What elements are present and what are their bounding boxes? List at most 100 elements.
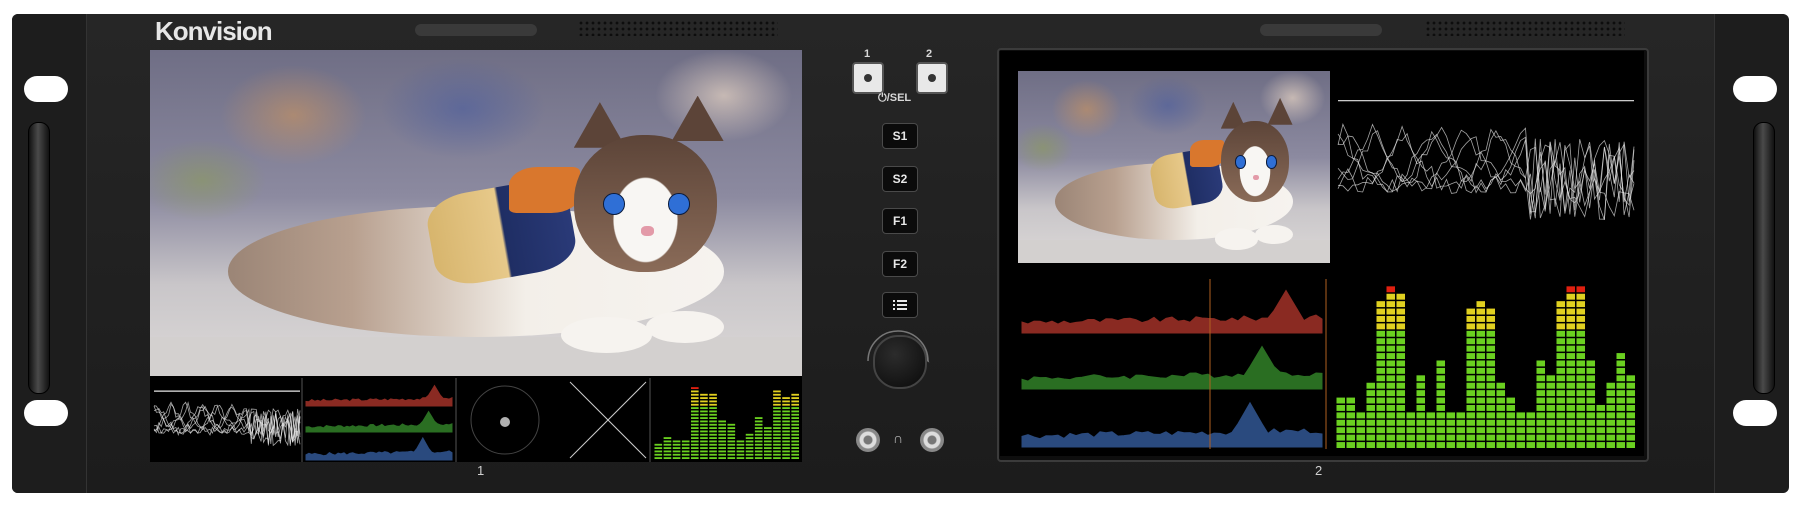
- audio-meter-segment: [654, 457, 663, 459]
- audio-meter-segment: [700, 427, 708, 429]
- audio-meter-segment: [1386, 397, 1395, 404]
- audio-meter-segment: [1566, 434, 1575, 441]
- audio-meter-segment: [1396, 301, 1405, 308]
- headphone-jack[interactable]: [856, 428, 880, 452]
- audio-meter-segment: [782, 410, 790, 413]
- audio-meter-segment: [681, 450, 690, 453]
- audio-meter-segment: [1616, 360, 1625, 367]
- audio-meter-segment: [1566, 382, 1575, 389]
- audio-meter-segment: [1386, 382, 1395, 389]
- audio-meter-segment: [1566, 375, 1575, 382]
- left-rack-ear: [12, 14, 87, 493]
- audio-meter-segment: [1616, 367, 1625, 374]
- audio-meter-segment: [1576, 442, 1585, 448]
- audio-meter-segment: [1386, 286, 1395, 293]
- s2-button[interactable]: S2: [882, 166, 918, 192]
- f2-button[interactable]: F2: [882, 251, 918, 277]
- audio-meter-segment: [663, 453, 672, 456]
- audio-meter-segment: [1346, 442, 1355, 448]
- audio-meter-segment: [773, 423, 781, 426]
- audio-meter-segment: [1486, 419, 1495, 426]
- audio-meter-segment: [654, 447, 663, 449]
- audio-meter-segment: [1386, 412, 1395, 419]
- audio-meter-segment: [1356, 434, 1365, 441]
- audio-meter-segment: [1336, 427, 1345, 434]
- audio-meter-segment: [736, 443, 745, 446]
- audio-meter-segment: [1366, 390, 1375, 397]
- audio-meter-segment: [1476, 308, 1485, 315]
- audio-meter-segment: [672, 440, 681, 443]
- menu-button[interactable]: [882, 292, 918, 318]
- audio-meter-segment: [700, 403, 708, 406]
- audio-meter-segment: [1486, 390, 1495, 397]
- audio-meter-segment: [773, 417, 781, 419]
- audio-meter-segment: [709, 403, 717, 406]
- audio-meter-segment: [727, 443, 736, 446]
- channel-2-button[interactable]: [916, 62, 948, 94]
- audio-meter-segment: [1566, 412, 1575, 419]
- audio-meter-segment: [709, 427, 717, 429]
- vent-holes: [578, 20, 778, 36]
- brand-logo: Konvision: [155, 16, 273, 46]
- audio-meter-segment: [773, 427, 781, 429]
- audio-meter-segment: [1606, 405, 1615, 411]
- audio-meter-segment: [1626, 434, 1635, 441]
- audio-meter-segment: [700, 420, 708, 423]
- rack-handle[interactable]: [28, 122, 50, 394]
- audio-meter-segment: [1476, 301, 1485, 308]
- rack-handle[interactable]: [1753, 122, 1775, 394]
- audio-meter-segment: [1346, 397, 1355, 404]
- audio-meter-segment: [709, 393, 717, 396]
- audio-meter-segment: [754, 447, 763, 449]
- audio-meter-segment: [1576, 293, 1585, 300]
- audio-meter-segment: [663, 450, 672, 453]
- audio-meter-segment: [1606, 419, 1615, 426]
- audio-meter-segment: [1606, 390, 1615, 397]
- audio-meter-segment: [1466, 330, 1475, 337]
- audio-meter-segment: [718, 433, 726, 436]
- audio-meter-segment: [773, 440, 781, 443]
- audio-meter-segment: [736, 447, 745, 449]
- audio-meter-segment: [1396, 442, 1405, 448]
- audio-meter-segment: [1476, 434, 1485, 441]
- control-knob[interactable]: [873, 335, 927, 389]
- audio-meter-segment: [1516, 442, 1525, 448]
- audio-meter-segment: [1466, 412, 1475, 419]
- headphone-jack[interactable]: [920, 428, 944, 452]
- audio-meter-segment: [727, 457, 736, 459]
- audio-meter-segment: [791, 430, 799, 433]
- audio-meter-segment: [754, 457, 763, 459]
- audio-meter-segment: [1546, 419, 1555, 426]
- audio-meter-segment: [1436, 405, 1445, 411]
- audio-meter-segment: [1556, 323, 1565, 330]
- audio-meter-segment: [745, 453, 754, 456]
- audio-meter-segment: [791, 403, 799, 406]
- s1-button[interactable]: S1: [882, 123, 918, 149]
- audio-meter-segment: [1386, 308, 1395, 315]
- channel-1-button[interactable]: [852, 62, 884, 94]
- audio-meter-segment: [1506, 405, 1515, 411]
- audio-meter-segment: [1586, 375, 1595, 382]
- monitor-2-label: 2: [1315, 463, 1323, 478]
- audio-meter-segment: [1486, 316, 1495, 322]
- audio-meter-segment: [1396, 330, 1405, 337]
- audio-meter-segment: [1566, 419, 1575, 426]
- audio-meter-segment: [1336, 434, 1345, 441]
- audio-meter-segment: [700, 453, 708, 456]
- audio-meter-segment: [1626, 390, 1635, 397]
- audio-meter-segment: [764, 433, 772, 436]
- audio-meter-segment: [764, 440, 772, 443]
- audio-meter-segment: [1626, 375, 1635, 382]
- audio-meter-segment: [791, 427, 799, 429]
- audio-meter-segment: [1616, 397, 1625, 404]
- histogram-scope: [1021, 279, 1327, 449]
- audio-meter-segment: [1416, 397, 1425, 404]
- audio-meter-segment: [1366, 419, 1375, 426]
- audio-meter-segment: [1336, 419, 1345, 426]
- audio-meter-segment: [1546, 427, 1555, 434]
- audio-meter-segment: [709, 440, 717, 443]
- audio-meter-segment: [727, 447, 736, 449]
- audio-meter-segment: [1476, 405, 1485, 411]
- audio-meter-segment: [1376, 367, 1385, 374]
- f1-button[interactable]: F1: [882, 208, 918, 234]
